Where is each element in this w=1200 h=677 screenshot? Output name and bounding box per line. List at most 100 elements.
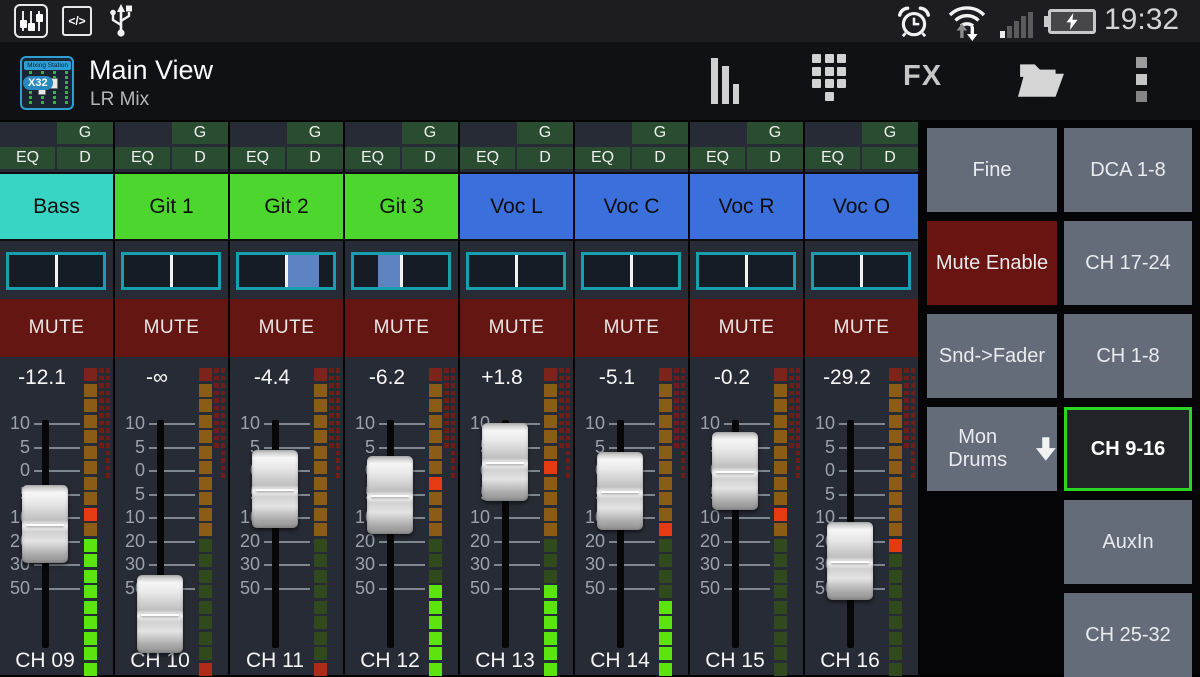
pan-slider[interactable] bbox=[696, 252, 796, 290]
scale-tick bbox=[839, 494, 885, 496]
gr-meter-segment bbox=[789, 376, 794, 381]
mute-button[interactable]: MUTE bbox=[575, 299, 688, 357]
level-meter-segment bbox=[314, 539, 327, 552]
dyn-indicator: D bbox=[862, 147, 918, 169]
level-meter-segment bbox=[199, 570, 212, 583]
pan-slider[interactable] bbox=[351, 252, 451, 290]
pan-slider[interactable] bbox=[581, 252, 681, 290]
level-meter-segment bbox=[84, 461, 97, 474]
fader-cap[interactable] bbox=[712, 432, 758, 510]
scale-tick bbox=[609, 564, 655, 566]
sidebar-button-fine[interactable]: Fine bbox=[927, 128, 1057, 212]
fader-cap[interactable] bbox=[137, 575, 183, 653]
overflow-menu-icon[interactable] bbox=[1136, 57, 1148, 105]
gr-meter-segment bbox=[796, 443, 801, 448]
level-meter-segment bbox=[314, 570, 327, 583]
sidebar-button-auxin[interactable]: AuxIn bbox=[1064, 500, 1192, 584]
channel-name[interactable]: Voc L bbox=[460, 172, 573, 241]
gr-meter-segment bbox=[674, 413, 679, 418]
fx-button[interactable]: FX bbox=[903, 60, 942, 93]
gr-meter-segment bbox=[444, 428, 449, 433]
dialpad-icon[interactable] bbox=[812, 54, 846, 102]
gr-meter-segment bbox=[336, 421, 341, 426]
mute-button[interactable]: MUTE bbox=[0, 299, 113, 357]
sidebar-button-ch-25-32[interactable]: CH 25-32 bbox=[1064, 593, 1192, 677]
sidebar-button-snd-fader[interactable]: Snd->Fader bbox=[927, 314, 1057, 398]
gr-meter-segment bbox=[106, 466, 111, 471]
level-meter-segment bbox=[774, 554, 787, 567]
app-icon[interactable]: Mixing Station X32 bbox=[20, 56, 74, 110]
gr-meter-segment bbox=[329, 376, 334, 381]
pan-slider[interactable] bbox=[466, 252, 566, 290]
mute-button[interactable]: MUTE bbox=[690, 299, 803, 357]
gr-meter-segment bbox=[451, 398, 456, 403]
sidebar-button-mute-enable[interactable]: Mute Enable bbox=[927, 221, 1057, 305]
level-meter-segment bbox=[314, 461, 327, 474]
sidebar-button-mon-drums[interactable]: Mon Drums bbox=[927, 407, 1057, 491]
gr-meter-segment bbox=[566, 473, 571, 478]
channel-name[interactable]: Voc R bbox=[690, 172, 803, 241]
level-meter-segment bbox=[774, 508, 787, 521]
level-meter-segment bbox=[314, 384, 327, 397]
channel-name[interactable]: Bass bbox=[0, 172, 113, 241]
pan-slider[interactable] bbox=[236, 252, 336, 290]
gr-meter-segment bbox=[789, 443, 794, 448]
dyn-indicator: D bbox=[57, 147, 113, 169]
gate-indicator: G bbox=[287, 122, 343, 144]
level-meter-segment bbox=[659, 570, 672, 583]
scale-tick-label: 0 bbox=[805, 460, 835, 480]
sidebar-button-ch-17-24[interactable]: CH 17-24 bbox=[1064, 221, 1192, 305]
app-header: Mixing Station X32 Main View LR Mix FX bbox=[0, 42, 1200, 120]
fader-cap[interactable] bbox=[827, 522, 873, 600]
mute-button[interactable]: MUTE bbox=[345, 299, 458, 357]
gate-indicator: G bbox=[57, 122, 113, 144]
gr-meter-segment bbox=[796, 406, 801, 411]
level-meter-segment bbox=[199, 492, 212, 505]
fader-cap[interactable] bbox=[367, 456, 413, 534]
gr-meter-segment bbox=[559, 436, 564, 441]
channel-label: CH 16 bbox=[805, 649, 895, 673]
gr-meter-segment bbox=[451, 451, 456, 456]
scale-tick-label: 0 bbox=[0, 460, 30, 480]
gr-meter-segment bbox=[106, 413, 111, 418]
channel-name[interactable]: Git 3 bbox=[345, 172, 458, 241]
level-meter-segment bbox=[429, 539, 442, 552]
level-meter-segment bbox=[544, 632, 557, 645]
mute-button[interactable]: MUTE bbox=[115, 299, 228, 357]
gr-meter-segment bbox=[681, 383, 686, 388]
pan-slider[interactable] bbox=[6, 252, 106, 290]
level-meter-segment bbox=[84, 570, 97, 583]
level-meter-segment bbox=[889, 446, 902, 459]
channel-strip-15: GEQDVoc RMUTE-0.21050510203050CH 15 bbox=[690, 122, 803, 675]
mute-button[interactable]: MUTE bbox=[230, 299, 343, 357]
gr-meter-segment bbox=[681, 413, 686, 418]
fader-cap[interactable] bbox=[482, 423, 528, 501]
level-meter-segment bbox=[544, 415, 557, 428]
level-meter-segment bbox=[659, 415, 672, 428]
pan-slider[interactable] bbox=[811, 252, 911, 290]
fader-cap[interactable] bbox=[252, 450, 298, 528]
gr-meter-segment bbox=[904, 421, 909, 426]
eq-indicator: EQ bbox=[0, 147, 55, 169]
gr-meter-segment bbox=[904, 428, 909, 433]
sidebar-button-ch-1-8[interactable]: CH 1-8 bbox=[1064, 314, 1192, 398]
folder-icon[interactable] bbox=[1018, 60, 1066, 105]
channel-name[interactable]: Voc O bbox=[805, 172, 918, 241]
gr-meter-segment bbox=[559, 443, 564, 448]
fader-cap[interactable] bbox=[597, 452, 643, 530]
sidebar-button-ch-9-16[interactable]: CH 9-16 bbox=[1064, 407, 1192, 491]
mute-button[interactable]: MUTE bbox=[805, 299, 918, 357]
scale-tick bbox=[264, 423, 310, 425]
gr-meter-segment bbox=[444, 436, 449, 441]
channel-name[interactable]: Voc C bbox=[575, 172, 688, 241]
channel-name[interactable]: Git 1 bbox=[115, 172, 228, 241]
meters-icon[interactable] bbox=[711, 58, 741, 104]
mute-button[interactable]: MUTE bbox=[460, 299, 573, 357]
sidebar-button-dca-1-8[interactable]: DCA 1-8 bbox=[1064, 128, 1192, 212]
channel-name[interactable]: Git 2 bbox=[230, 172, 343, 241]
fader-cap[interactable] bbox=[22, 485, 68, 563]
scale-tick-label: 0 bbox=[115, 460, 145, 480]
gr-meter-segment bbox=[221, 406, 226, 411]
pan-slider[interactable] bbox=[121, 252, 221, 290]
scale-tick bbox=[609, 541, 655, 543]
